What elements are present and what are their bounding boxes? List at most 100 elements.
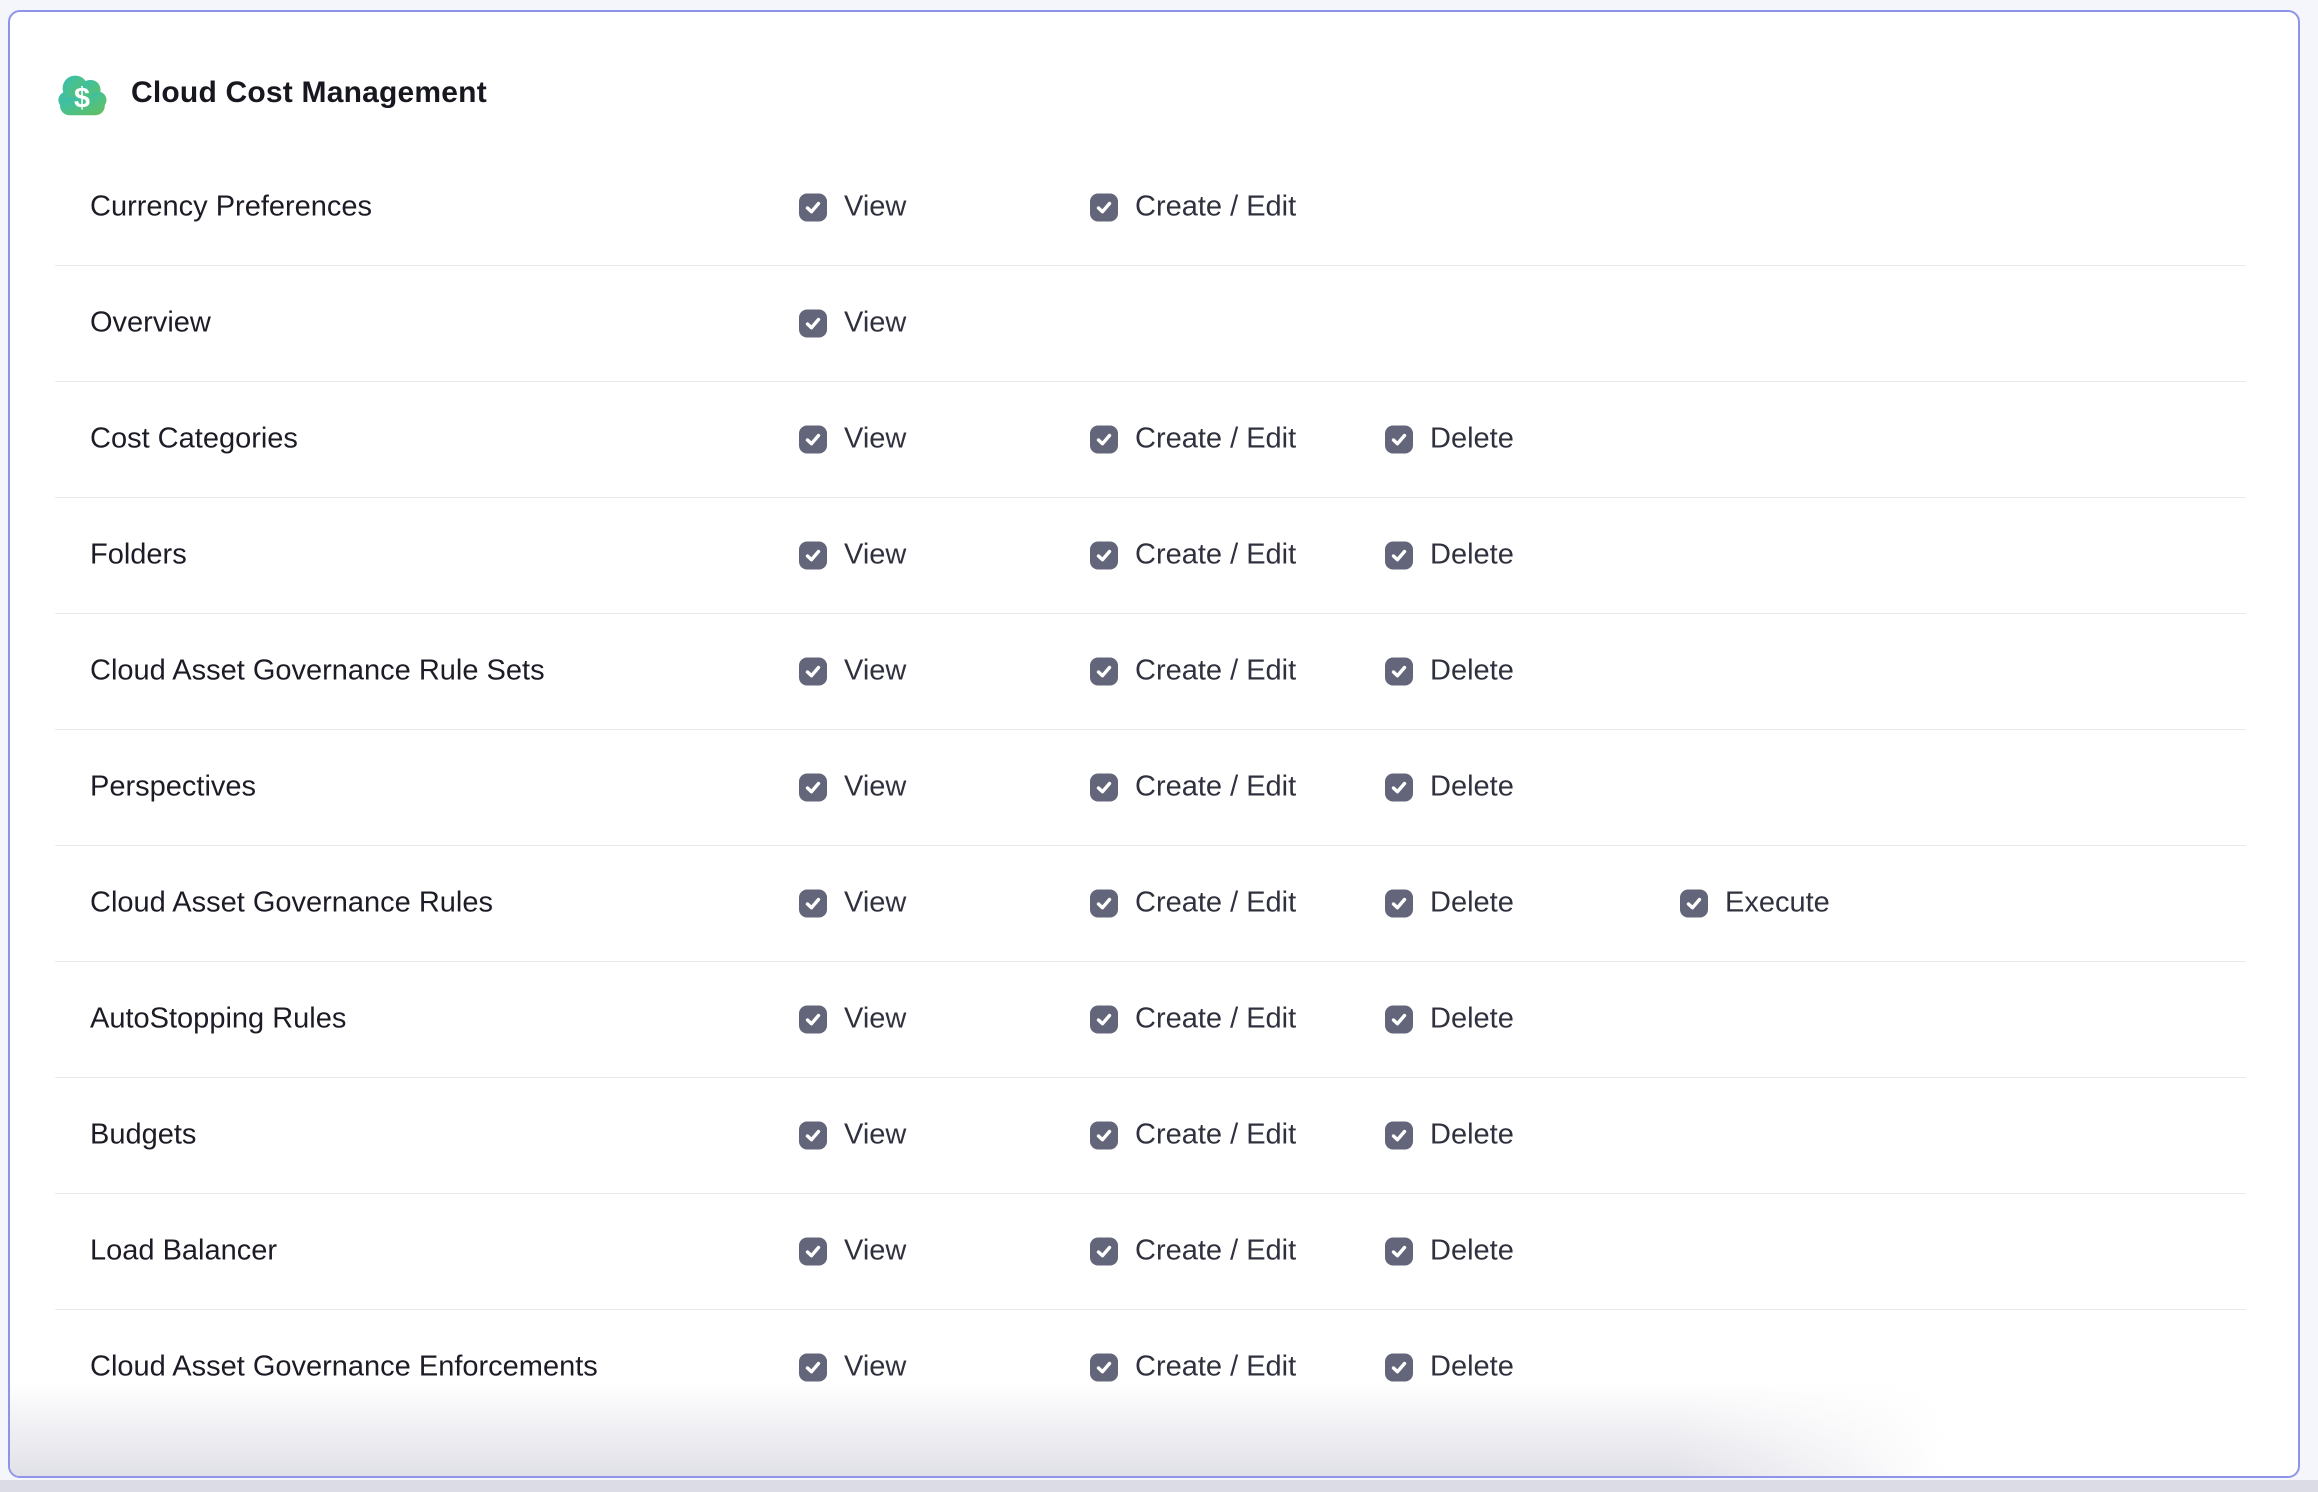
checkbox-checked[interactable] <box>799 193 827 221</box>
permission-row: Budgets View Create / Edit Delete <box>10 1077 2298 1193</box>
checkbox-checked[interactable] <box>1090 425 1118 453</box>
checkbox-checked[interactable] <box>799 773 827 801</box>
permission-label: Create / Edit <box>1135 771 1296 804</box>
checkbox-checked[interactable] <box>1090 193 1118 221</box>
row-label: Folders <box>90 539 187 572</box>
permission-checkbox[interactable]: Create / Edit <box>1090 539 1296 572</box>
checkbox-checked[interactable] <box>1090 657 1118 685</box>
row-label: Cost Categories <box>90 423 298 456</box>
checkbox-checked[interactable] <box>799 309 827 337</box>
permission-checkbox[interactable]: View <box>799 771 906 804</box>
permission-checkbox[interactable]: Create / Edit <box>1090 887 1296 920</box>
permission-label: Create / Edit <box>1135 655 1296 688</box>
permission-checkbox[interactable]: View <box>799 1351 906 1384</box>
permission-checkbox[interactable]: Create / Edit <box>1090 191 1296 224</box>
checkbox-checked[interactable] <box>1090 541 1118 569</box>
checkbox-checked[interactable] <box>799 1121 827 1149</box>
checkbox-checked[interactable] <box>1385 1353 1413 1381</box>
checkbox-checked[interactable] <box>799 1237 827 1265</box>
permission-checkbox[interactable]: Delete <box>1385 887 1514 920</box>
permission-label: View <box>844 1003 906 1036</box>
permission-checkbox[interactable]: Delete <box>1385 771 1514 804</box>
permission-checkbox[interactable]: Delete <box>1385 1119 1514 1152</box>
permission-label: Delete <box>1430 1003 1514 1036</box>
permission-checkbox[interactable]: Create / Edit <box>1090 1235 1296 1268</box>
permission-row: Cost Categories View Create / Edit Delet… <box>10 381 2298 497</box>
permission-checkbox[interactable]: Delete <box>1385 1235 1514 1268</box>
checkmark-icon <box>1390 1242 1408 1260</box>
row-label: Overview <box>90 307 211 340</box>
checkmark-icon <box>1390 778 1408 796</box>
checkbox-checked[interactable] <box>1385 1121 1413 1149</box>
permission-checkbox[interactable]: View <box>799 191 906 224</box>
permission-checkbox[interactable]: Create / Edit <box>1090 1351 1296 1384</box>
permission-checkbox[interactable]: Delete <box>1385 423 1514 456</box>
permission-checkbox[interactable]: Execute <box>1680 887 1830 920</box>
permission-checkbox[interactable]: Create / Edit <box>1090 423 1296 456</box>
permission-checkbox[interactable]: View <box>799 423 906 456</box>
permission-label: Create / Edit <box>1135 191 1296 224</box>
checkbox-checked[interactable] <box>1090 1237 1118 1265</box>
permission-checkbox[interactable]: Delete <box>1385 1003 1514 1036</box>
permission-label: Create / Edit <box>1135 1351 1296 1384</box>
checkbox-checked[interactable] <box>799 1005 827 1033</box>
permission-label: View <box>844 771 906 804</box>
checkmark-icon <box>804 1242 822 1260</box>
checkbox-checked[interactable] <box>1680 889 1708 917</box>
permission-checkbox[interactable]: View <box>799 307 906 340</box>
permission-label: Delete <box>1430 887 1514 920</box>
checkbox-checked[interactable] <box>799 657 827 685</box>
permission-label: Create / Edit <box>1135 887 1296 920</box>
checkbox-checked[interactable] <box>799 425 827 453</box>
checkmark-icon <box>804 198 822 216</box>
checkbox-checked[interactable] <box>1385 1237 1413 1265</box>
permission-checkbox[interactable]: View <box>799 1119 906 1152</box>
checkbox-checked[interactable] <box>799 541 827 569</box>
checkbox-checked[interactable] <box>1385 773 1413 801</box>
svg-text:$: $ <box>74 83 90 115</box>
row-label: Perspectives <box>90 771 256 804</box>
checkbox-checked[interactable] <box>1090 1121 1118 1149</box>
permission-checkbox[interactable]: Delete <box>1385 539 1514 572</box>
permission-checkbox[interactable]: View <box>799 655 906 688</box>
permission-label: Delete <box>1430 771 1514 804</box>
permissions-table: Currency Preferences View Create / Edit … <box>10 149 2298 1476</box>
permission-checkbox[interactable]: View <box>799 1235 906 1268</box>
permission-row: Folders View Create / Edit Delete <box>10 497 2298 613</box>
checkmark-icon <box>804 778 822 796</box>
permission-checkbox[interactable]: View <box>799 539 906 572</box>
checkmark-icon <box>1095 546 1113 564</box>
checkbox-checked[interactable] <box>799 889 827 917</box>
checkmark-icon <box>1095 1010 1113 1028</box>
row-label: Load Balancer <box>90 1235 277 1268</box>
permission-label: Delete <box>1430 655 1514 688</box>
checkmark-icon <box>1390 894 1408 912</box>
checkbox-checked[interactable] <box>1090 1353 1118 1381</box>
checkmark-icon <box>1685 894 1703 912</box>
permission-checkbox[interactable]: Delete <box>1385 1351 1514 1384</box>
checkbox-checked[interactable] <box>1385 541 1413 569</box>
permission-checkbox[interactable]: Delete <box>1385 655 1514 688</box>
checkmark-icon <box>804 1358 822 1376</box>
checkmark-icon <box>1095 778 1113 796</box>
checkbox-checked[interactable] <box>799 1353 827 1381</box>
permission-checkbox[interactable]: View <box>799 1003 906 1036</box>
checkmark-icon <box>1390 1126 1408 1144</box>
checkbox-checked[interactable] <box>1385 1005 1413 1033</box>
checkbox-checked[interactable] <box>1090 889 1118 917</box>
permission-checkbox[interactable]: Create / Edit <box>1090 655 1296 688</box>
permission-row: Perspectives View Create / Edit Delete <box>10 729 2298 845</box>
permission-checkbox[interactable]: Create / Edit <box>1090 1119 1296 1152</box>
permission-row: Overview View <box>10 265 2298 381</box>
permission-checkbox[interactable]: Create / Edit <box>1090 1003 1296 1036</box>
page-background: { "header": { "title": "Cloud Cost Manag… <box>0 0 2318 1492</box>
checkbox-checked[interactable] <box>1090 773 1118 801</box>
permission-checkbox[interactable]: View <box>799 887 906 920</box>
checkmark-icon <box>1390 662 1408 680</box>
permission-checkbox[interactable]: Create / Edit <box>1090 771 1296 804</box>
checkbox-checked[interactable] <box>1385 889 1413 917</box>
checkbox-checked[interactable] <box>1385 657 1413 685</box>
checkbox-checked[interactable] <box>1385 425 1413 453</box>
permissions-card: $ Cloud Cost Management Currency Prefere… <box>8 10 2300 1478</box>
checkbox-checked[interactable] <box>1090 1005 1118 1033</box>
